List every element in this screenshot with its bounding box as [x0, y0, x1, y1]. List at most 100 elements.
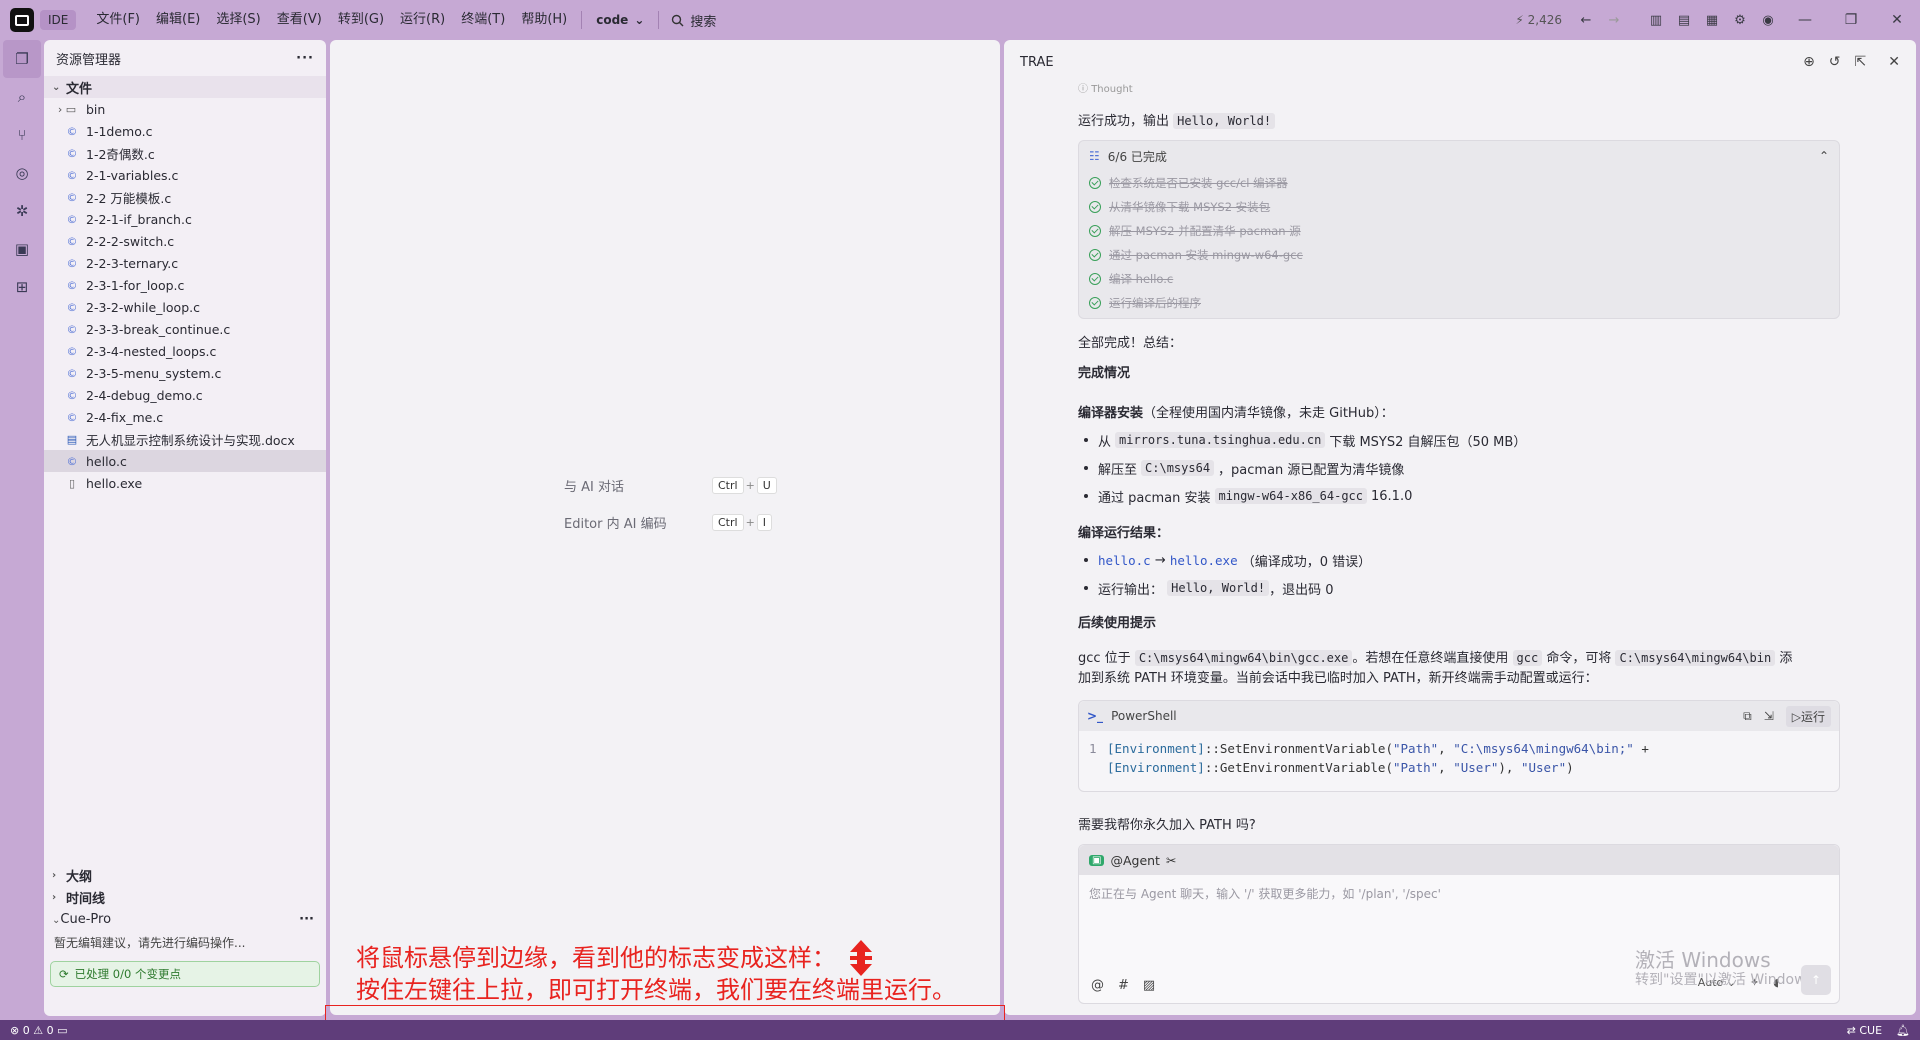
menu-run[interactable]: 运行(R): [392, 0, 453, 40]
back-arrow-icon[interactable]: ←: [1572, 13, 1600, 28]
chat-input[interactable]: 您正在与 Agent 聊天，输入 '/' 获取更多能力，如 '/plan', '…: [1079, 875, 1839, 912]
hello-exe-link[interactable]: hello.exe: [1170, 553, 1238, 568]
file-name: 2-1-variables.c: [86, 167, 179, 183]
cue-status-badge[interactable]: ⟳ 已处理 0/0 个变更点: [50, 961, 320, 987]
run-success-line: 运行成功，输出 Hello, World!: [1078, 110, 1838, 129]
close-window-button[interactable]: ✕: [1874, 12, 1920, 28]
mention-icon[interactable]: @: [1091, 978, 1104, 993]
open-external-icon[interactable]: ⇱: [1855, 54, 1867, 70]
file-item[interactable]: © 2-2-1-if_branch.c: [44, 208, 326, 230]
forward-arrow-icon[interactable]: →: [1600, 13, 1628, 28]
menu-selection[interactable]: 选择(S): [208, 0, 268, 40]
file-item[interactable]: © hello.c: [44, 450, 326, 472]
toggle-right-panel-icon[interactable]: ▦: [1698, 13, 1726, 28]
toggle-left-panel-icon[interactable]: ▥: [1642, 13, 1670, 28]
file-item[interactable]: © 2-2-3-ternary.c: [44, 252, 326, 274]
resize-cursor-icon: [850, 940, 872, 976]
code-content[interactable]: 1 [Environment]::SetEnvironmentVariable("…: [1079, 731, 1839, 785]
file-item[interactable]: © 2-3-2-while_loop.c: [44, 296, 326, 318]
preview-eye-icon[interactable]: ◎: [0, 154, 44, 192]
chevron-down-icon: ⌄: [634, 13, 645, 27]
image-icon[interactable]: ▨: [1143, 978, 1155, 993]
insert-icon[interactable]: ⇲: [1764, 709, 1774, 723]
account-icon[interactable]: ◉: [1754, 13, 1782, 28]
files-section-header[interactable]: ⌄ 文件: [44, 76, 326, 98]
gear-icon[interactable]: ⚙: [1726, 13, 1754, 28]
cue-pro-section[interactable]: ⌄Cue-Pro ···: [44, 908, 326, 930]
bell-icon[interactable]: 🔔︎: [1896, 1024, 1910, 1037]
powershell-code-block: >_ PowerShell ⧉ ⇲ ▷运行 1 [Environment]::Set…: [1078, 700, 1840, 792]
agent-selector[interactable]: ▣ @Agent ✂: [1079, 845, 1839, 875]
c-file-icon: ©: [66, 278, 78, 292]
copy-icon[interactable]: ⧉: [1743, 709, 1752, 724]
explorer-icon[interactable]: ❐: [3, 40, 41, 78]
status-right: ⇄ CUE 🔔︎: [1847, 1024, 1910, 1037]
menu-file[interactable]: 文件(F): [88, 0, 148, 40]
close-icon[interactable]: ✕: [1888, 54, 1900, 70]
new-chat-icon[interactable]: ⊕: [1803, 54, 1815, 70]
file-icon: ▯: [68, 476, 76, 490]
outline-section[interactable]: › 大纲: [44, 864, 326, 886]
file-item[interactable]: ▯ hello.exe: [44, 472, 326, 494]
file-item[interactable]: ▤ 无人机显示控制系统设计与实现.docx: [44, 428, 326, 450]
file-name: 2-2-1-if_branch.c: [86, 211, 192, 227]
run-button[interactable]: ▷运行: [1785, 705, 1831, 727]
hash-icon[interactable]: #: [1118, 978, 1129, 993]
editor-area[interactable]: 与 AI 对话 Ctrl + U Editor 内 AI 编码 Ctrl + I: [330, 40, 1000, 1015]
workspace-dropdown[interactable]: code ⌄: [588, 13, 652, 27]
key-cap: I: [756, 514, 773, 531]
menu-view[interactable]: 查看(V): [269, 0, 330, 40]
file-name: 2-3-1-for_loop.c: [86, 277, 185, 293]
check-circle-icon: [1089, 177, 1101, 189]
file-item[interactable]: © 1-1demo.c: [44, 120, 326, 142]
explorer-panel: 资源管理器 ··· ⌄ 文件 › ▭ bin © 1-1demo.c © 1-2奇偶数.c…: [44, 40, 326, 1016]
search-icon: [672, 14, 684, 26]
debug-icon[interactable]: ✲: [0, 192, 44, 230]
menu-help[interactable]: 帮助(H): [513, 0, 575, 40]
trae-title: TRAE: [1020, 54, 1054, 70]
history-icon[interactable]: ↺: [1829, 54, 1841, 70]
file-name: 2-3-4-nested_loops.c: [86, 343, 217, 359]
folder-item[interactable]: › ▭ bin: [44, 98, 326, 120]
file-name: 2-4-debug_demo.c: [86, 387, 203, 403]
menu-edit[interactable]: 编辑(E): [148, 0, 208, 40]
extensions-icon[interactable]: ⊞: [0, 268, 44, 306]
collapse-icon[interactable]: ⌃: [1819, 149, 1829, 163]
todo-item: 解压 MSYS2 并配置清华 pacman 源: [1079, 219, 1839, 243]
outline-label: 大纲: [66, 869, 93, 885]
files-section-label: 文件: [66, 81, 93, 97]
compiler-install-line: 编译器安装（全程使用国内清华镜像，未走 GitHub）：: [1078, 406, 1394, 421]
file-item[interactable]: © 2-2-2-switch.c: [44, 230, 326, 252]
minimize-button[interactable]: —: [1782, 12, 1828, 28]
ide-mode-button[interactable]: IDE: [40, 10, 77, 30]
search-files-icon[interactable]: ⌕: [0, 78, 44, 116]
todo-header[interactable]: ☷ 6/6 已完成 ⌃: [1079, 141, 1839, 171]
file-item[interactable]: © 2-1-variables.c: [44, 164, 326, 186]
file-item[interactable]: © 2-3-1-for_loop.c: [44, 274, 326, 296]
file-item[interactable]: © 2-3-4-nested_loops.c: [44, 340, 326, 362]
file-item[interactable]: © 2-3-3-break_continue.c: [44, 318, 326, 340]
more-actions-icon[interactable]: ···: [296, 51, 314, 66]
problems-indicator[interactable]: ⊗ 0 ⚠ 0 ▭: [10, 1024, 67, 1037]
more-actions-icon[interactable]: ···: [299, 912, 314, 927]
source-control-icon[interactable]: ⑂: [0, 116, 44, 154]
windows-watermark: 激活 Windows 转到"设置"以激活 Windows。: [1635, 948, 1827, 988]
file-item[interactable]: © 2-4-debug_demo.c: [44, 384, 326, 406]
timeline-section[interactable]: › 时间线: [44, 886, 326, 908]
workspace-label: code: [596, 13, 629, 27]
send-button[interactable]: ↑: [1801, 965, 1831, 995]
hello-c-link[interactable]: hello.c: [1098, 553, 1151, 568]
menu-go[interactable]: 转到(G): [330, 0, 392, 40]
file-item[interactable]: © 2-4-fix_me.c: [44, 406, 326, 428]
thought-label[interactable]: ⓘ Thought: [1078, 80, 1838, 95]
menu-terminal[interactable]: 终端(T): [453, 0, 513, 40]
toggle-bottom-panel-icon[interactable]: ▤: [1670, 13, 1698, 28]
search-button[interactable]: 搜索: [671, 11, 716, 30]
c-file-icon: ©: [66, 168, 78, 182]
file-item[interactable]: © 2-2 万能模板.c: [44, 186, 326, 208]
file-item[interactable]: © 1-2奇偶数.c: [44, 142, 326, 164]
remote-icon[interactable]: ▣: [0, 230, 44, 268]
restore-button[interactable]: ❐: [1828, 12, 1874, 28]
cue-status[interactable]: ⇄ CUE: [1847, 1024, 1882, 1037]
file-item[interactable]: © 2-3-5-menu_system.c: [44, 362, 326, 384]
